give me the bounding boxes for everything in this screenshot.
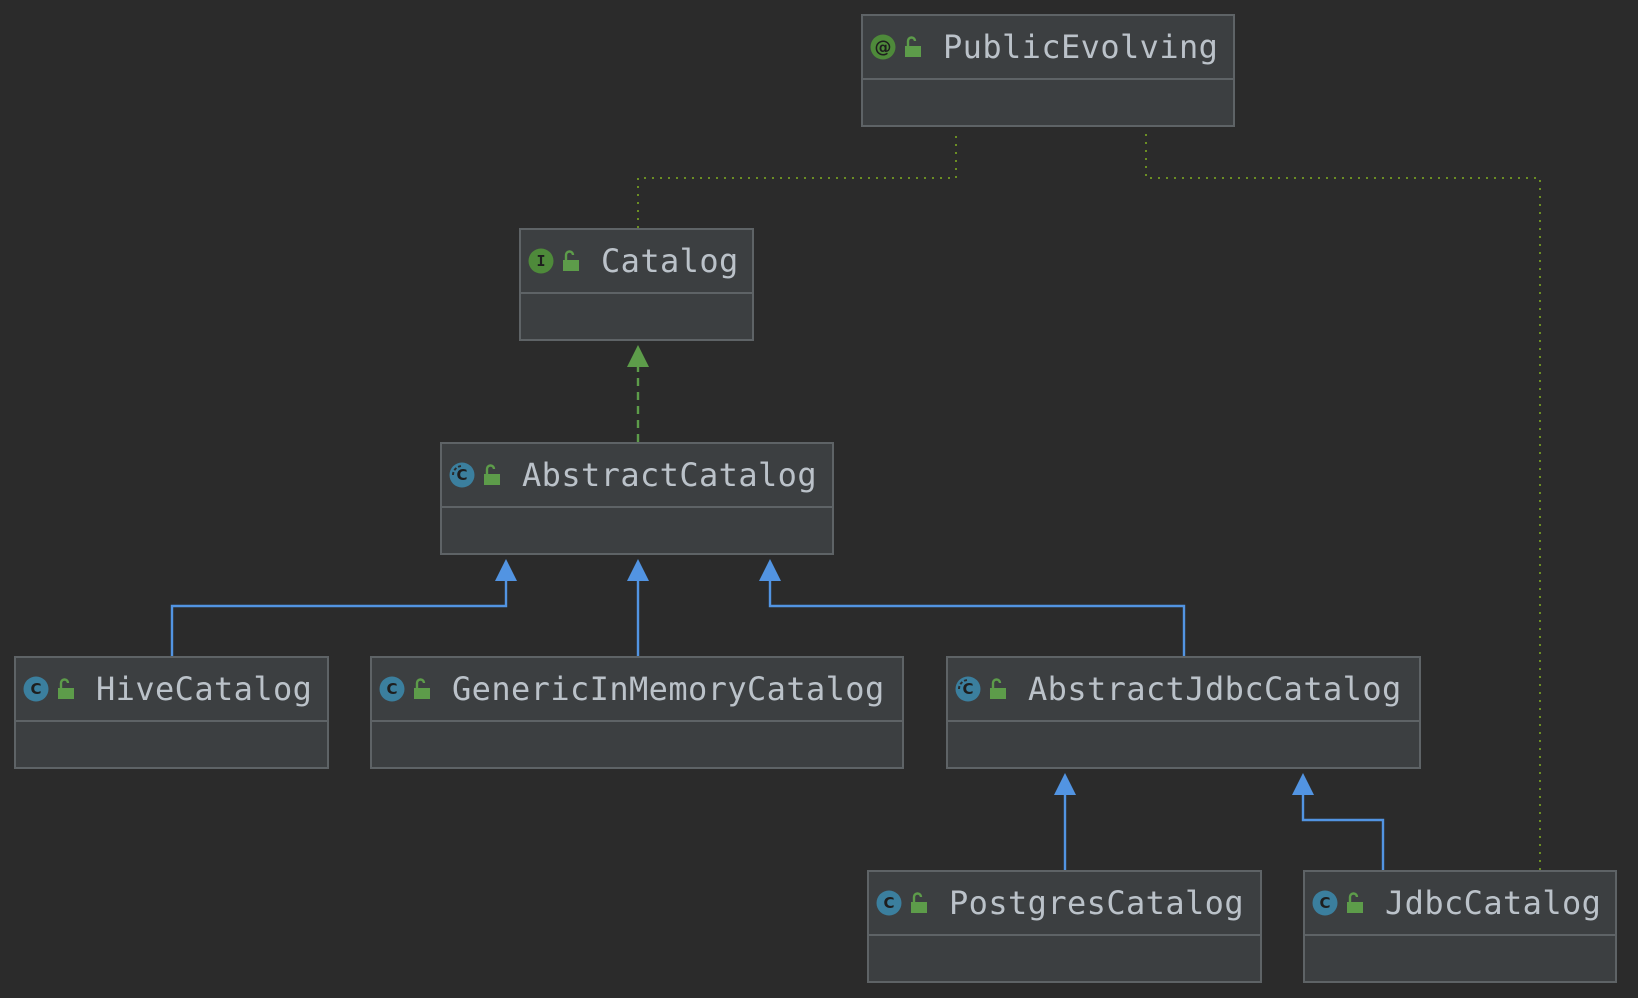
edge-jdbccatalog-to-abstractjdbccatalog xyxy=(1301,795,1385,870)
node-members xyxy=(442,508,832,553)
node-header: C AbstractJdbcCatalog xyxy=(948,658,1419,722)
node-members xyxy=(372,722,902,767)
svg-text:C: C xyxy=(30,680,41,698)
node-members xyxy=(1305,936,1615,981)
public-visibility-icon xyxy=(990,678,1006,699)
node-name: HiveCatalog xyxy=(96,670,313,708)
node-name: GenericInMemoryCatalog xyxy=(452,670,885,708)
svg-text:C: C xyxy=(962,680,973,698)
public-visibility-icon xyxy=(563,250,579,271)
class-icon: C xyxy=(876,890,902,916)
public-visibility-icon xyxy=(58,678,74,699)
arrowhead-genericinmemorycatalog xyxy=(627,559,649,581)
node-members xyxy=(869,936,1260,981)
edge-hivecatalog-to-abstractcatalog xyxy=(170,581,508,656)
node-name: JdbcCatalog xyxy=(1385,884,1602,922)
node-hive-catalog[interactable]: C HiveCatalog xyxy=(14,656,329,769)
node-header: C PostgresCatalog xyxy=(869,872,1260,936)
public-visibility-icon xyxy=(905,36,921,57)
svg-text:C: C xyxy=(1319,894,1330,912)
public-visibility-icon xyxy=(1347,892,1363,913)
arrowhead-abstractjdbccatalog xyxy=(759,559,781,581)
interface-icon: I xyxy=(528,248,554,274)
annotation-icon: @ xyxy=(870,34,896,60)
class-icon: C xyxy=(379,676,405,702)
node-header: C AbstractCatalog xyxy=(442,444,832,508)
node-catalog[interactable]: I Catalog xyxy=(519,228,754,341)
node-name: AbstractCatalog xyxy=(522,456,817,494)
svg-text:C: C xyxy=(883,894,894,912)
arrowhead-jdbccatalog xyxy=(1292,773,1314,795)
node-name: Catalog xyxy=(601,242,739,280)
node-jdbc-catalog[interactable]: C JdbcCatalog xyxy=(1303,870,1617,983)
node-header: C HiveCatalog xyxy=(16,658,327,722)
node-abstract-catalog[interactable]: C AbstractCatalog xyxy=(440,442,834,555)
node-name: PostgresCatalog xyxy=(949,884,1244,922)
node-members xyxy=(16,722,327,767)
node-header: C JdbcCatalog xyxy=(1305,872,1615,936)
svg-text:I: I xyxy=(536,252,545,270)
node-members xyxy=(521,294,752,339)
public-visibility-icon xyxy=(414,678,430,699)
abstract-class-icon: C xyxy=(449,462,475,488)
node-generic-in-memory-catalog[interactable]: C GenericInMemoryCatalog xyxy=(370,656,904,769)
class-icon: C xyxy=(1312,890,1338,916)
arrowhead-postgrescatalog xyxy=(1054,773,1076,795)
node-members xyxy=(948,722,1419,767)
node-postgres-catalog[interactable]: C PostgresCatalog xyxy=(867,870,1262,983)
edge-abstractjdbccatalog-to-abstractcatalog xyxy=(768,581,1186,656)
arrowhead-hivecatalog xyxy=(495,559,517,581)
svg-text:C: C xyxy=(456,466,467,484)
node-abstract-jdbc-catalog[interactable]: C AbstractJdbcCatalog xyxy=(946,656,1421,769)
arrowhead-abstractcatalog xyxy=(627,345,649,367)
class-icon: C xyxy=(23,676,49,702)
public-visibility-icon xyxy=(484,464,500,485)
node-name: AbstractJdbcCatalog xyxy=(1028,670,1402,708)
node-name: PublicEvolving xyxy=(943,28,1219,66)
node-header: C GenericInMemoryCatalog xyxy=(372,658,902,722)
public-visibility-icon xyxy=(911,892,927,913)
svg-text:C: C xyxy=(386,680,397,698)
node-members xyxy=(863,80,1233,125)
edge-catalog-to-publicevolving xyxy=(637,131,957,228)
node-header: I Catalog xyxy=(521,230,752,294)
svg-text:@: @ xyxy=(875,38,892,58)
uml-class-diagram: @ PublicEvolving I Catalog C AbstractCat… xyxy=(0,0,1638,998)
abstract-class-icon: C xyxy=(955,676,981,702)
node-public-evolving[interactable]: @ PublicEvolving xyxy=(861,14,1235,127)
node-header: @ PublicEvolving xyxy=(863,16,1233,80)
